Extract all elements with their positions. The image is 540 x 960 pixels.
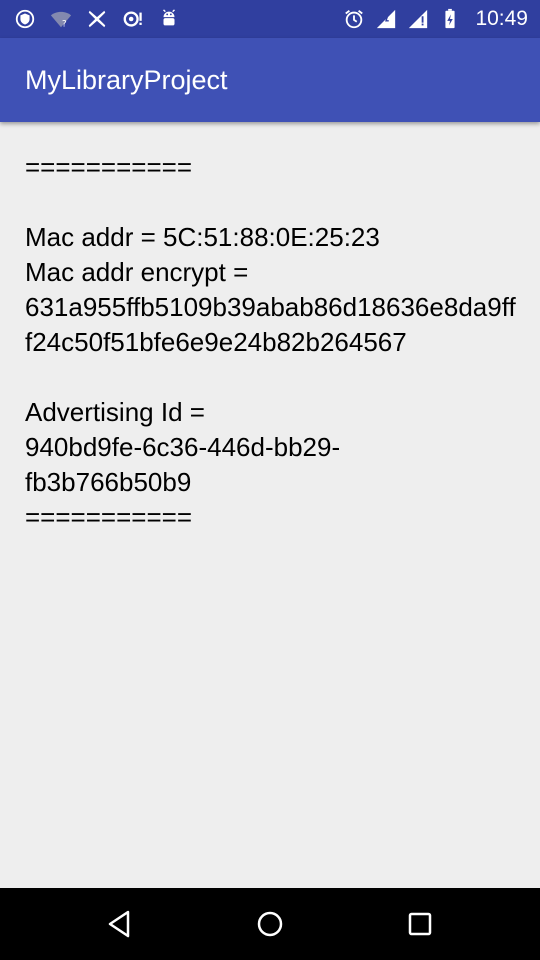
signal-icon [375,8,397,30]
back-button[interactable] [102,906,138,942]
sync-alert-icon [122,8,144,30]
mac-address-text: Mac addr = 5C:51:88:0E:25:23 [25,222,380,252]
recents-button[interactable] [402,906,438,942]
back-icon [104,908,136,940]
app-title: MyLibraryProject [25,65,228,95]
wifi-unknown-icon: ? [50,8,72,30]
advertising-id-value-line1: 940bd9fe-6c36-446d-bb29- [25,432,341,462]
status-bar: ? 10:49 [0,0,540,38]
svg-text:?: ? [62,18,67,29]
status-left-icons: ? [14,0,180,38]
home-icon [254,908,286,940]
android-debug-icon [158,8,180,30]
main-content: =========== Mac addr = 5C:51:88:0E:25:23… [25,150,520,535]
navigation-bar [0,888,540,960]
separator-top: =========== [25,152,193,182]
separator-bottom: =========== [25,502,193,532]
status-clock: 10:49 [475,7,528,30]
recents-icon [404,908,436,940]
vpn-shield-icon [14,8,36,30]
phone-screen: ? 10:49 MyLibraryProject =========== Mac… [0,0,540,960]
home-button[interactable] [252,906,288,942]
signal-icon-2 [407,8,429,30]
advertising-id-label: Advertising Id = [25,397,205,427]
app-bar: MyLibraryProject [0,38,540,122]
mac-encrypt-value: 631a955ffb5109b39abab86d18636e8da9fff24c… [25,292,516,357]
alarm-icon [343,8,365,30]
status-right-icons: 10:49 [343,0,528,38]
close-x-icon [86,8,108,30]
advertising-id-value-line2: fb3b766b50b9 [25,467,192,497]
battery-charging-icon [439,8,461,30]
mac-encrypt-label: Mac addr encrypt = [25,257,249,287]
